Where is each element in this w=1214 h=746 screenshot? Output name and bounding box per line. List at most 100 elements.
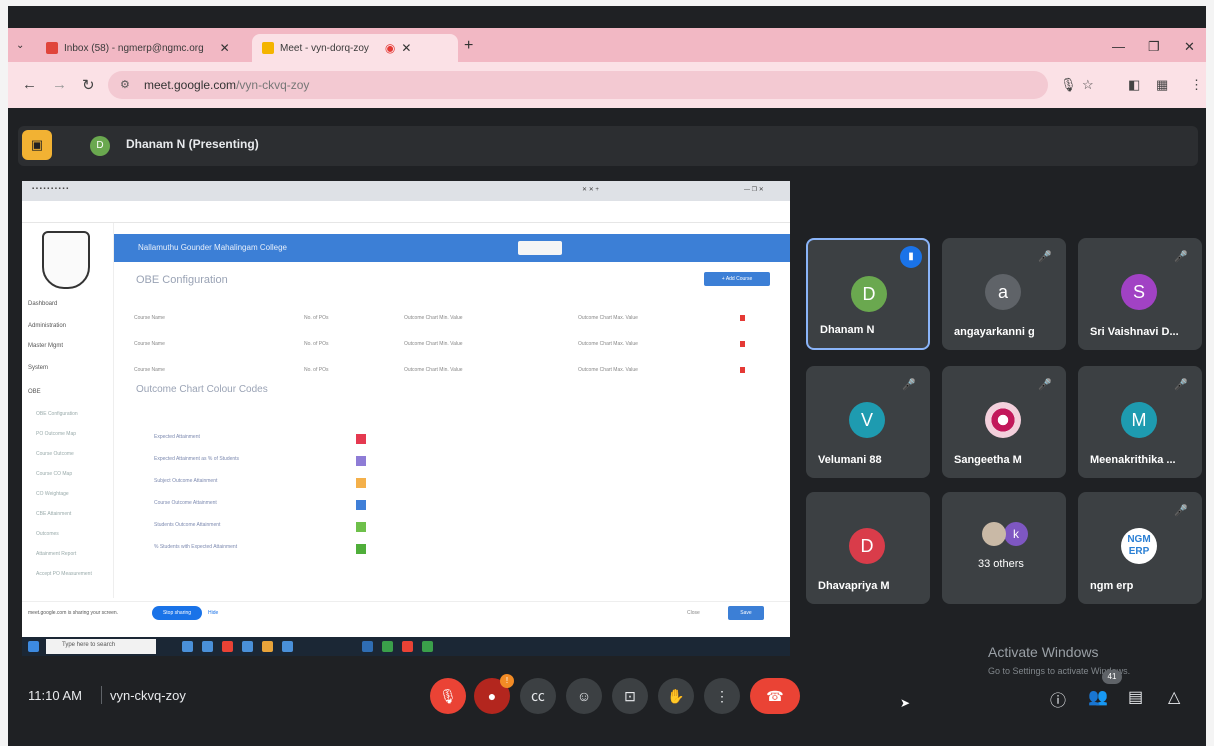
colour-swatch xyxy=(356,434,366,444)
colour-swatch xyxy=(356,456,366,466)
meeting-info-icon[interactable]: ⓘ xyxy=(1050,687,1066,711)
speaking-icon: ▮ xyxy=(900,246,922,268)
mic-off-icon: 🎤 xyxy=(1038,251,1052,263)
sidebar-item: Administration xyxy=(28,323,67,329)
presenter-name: Dhanam N (Presenting) xyxy=(126,137,259,151)
colour-code-label: Course Outcome Attainment xyxy=(154,500,217,506)
forward-icon[interactable]: → xyxy=(52,76,67,93)
raise-hand-button[interactable]: ✋ xyxy=(658,678,694,714)
participant-tile[interactable]: D Dhavapriya M xyxy=(806,492,930,604)
mic-icon[interactable]: 🎙 xyxy=(1060,77,1077,93)
activate-windows-title: Activate Windows xyxy=(988,644,1099,660)
browser-tab-strip: ⌄ Inbox (58) - ngmerp@ngmc.org ✕ Meet - … xyxy=(8,28,1206,62)
participant-tile[interactable]: a 🎤 angayarkanni g xyxy=(942,238,1066,350)
colour-swatch xyxy=(356,500,366,510)
course-name-label: Course Name xyxy=(134,367,165,373)
people-icon[interactable]: 👥 xyxy=(1088,687,1108,707)
participant-tile[interactable]: 🎤 Sangeetha M xyxy=(942,366,1066,478)
participant-tile[interactable]: NGM ERP 🎤 ngm erp xyxy=(1078,492,1202,604)
more-options-button[interactable]: ⋮ xyxy=(704,678,740,714)
present-screen-button[interactable]: ⊡ xyxy=(612,678,648,714)
avatar: D xyxy=(851,276,887,312)
leave-call-button[interactable]: ☎ xyxy=(750,678,800,714)
colour-codes-heading: Outcome Chart Colour Codes xyxy=(136,384,268,395)
side-panel-icon[interactable]: ◧ xyxy=(1128,77,1140,93)
delete-icon xyxy=(740,341,745,347)
sidebar-subitem: PO Outcome Map xyxy=(36,431,77,437)
colour-code-label: Expected Attainment xyxy=(154,434,200,440)
tab-title: Meet - vyn-dorq-zoy xyxy=(280,42,369,54)
shared-app-header: Nallamuthu Gounder Mahalingam College xyxy=(114,234,790,262)
app-icon xyxy=(182,641,193,652)
sidebar-subitem: Course CO Map xyxy=(36,471,73,477)
captions-button[interactable]: ㏄ xyxy=(520,678,556,714)
mic-off-icon: 🎤 xyxy=(1174,251,1188,263)
participant-name: Sri Vaishnavi D... xyxy=(1090,326,1179,338)
windows-taskbar: Type here to search xyxy=(22,637,790,656)
chat-icon[interactable]: ▤ xyxy=(1128,687,1143,707)
site-info-icon[interactable]: ⚙ xyxy=(120,78,130,91)
app-icon xyxy=(402,641,413,652)
no-pos-label: No. of POs xyxy=(304,315,329,321)
college-name: Nallamuthu Gounder Mahalingam College xyxy=(138,243,287,252)
avatar: D xyxy=(849,528,885,564)
delete-icon xyxy=(740,315,745,321)
address-bar[interactable]: ⚙ meet.google.com/vyn-ckvq-zoy xyxy=(108,71,1048,99)
tab-search-icon[interactable]: ⌄ xyxy=(16,40,24,51)
participant-tile[interactable]: D ▮ Dhanam N xyxy=(806,238,930,350)
colour-swatch xyxy=(356,544,366,554)
participant-tile[interactable]: k 33 others xyxy=(942,492,1066,604)
mic-off-icon: 🎤 xyxy=(902,379,916,391)
close-window-icon[interactable]: ✕ xyxy=(1184,39,1195,55)
save-button: Save xyxy=(728,606,764,620)
stop-sharing-button: Stop sharing xyxy=(152,606,202,620)
menu-icon[interactable]: ⋮ xyxy=(1190,77,1203,93)
sidebar-item: Master Mgmt xyxy=(28,343,64,349)
emoji-reaction-button[interactable]: ☺ xyxy=(566,678,602,714)
course-name-label: Course Name xyxy=(134,315,165,321)
app-icon xyxy=(242,641,253,652)
participant-tile[interactable]: M 🎤 Meenakrithika ... xyxy=(1078,366,1202,478)
presentation-icon[interactable]: ▣ xyxy=(22,130,52,160)
url-host: meet.google.com xyxy=(144,78,237,92)
back-icon[interactable]: ← xyxy=(22,76,37,93)
hide-link: Hide xyxy=(208,610,219,616)
sidebar-subitem: Course Outcome xyxy=(36,451,74,457)
windows-start-icon xyxy=(28,641,39,652)
bookmark-star-icon[interactable]: ☆ xyxy=(1082,77,1094,93)
restore-icon[interactable]: ❐ xyxy=(1148,39,1160,55)
search-input xyxy=(518,241,562,255)
participant-name: Meenakrithika ... xyxy=(1090,454,1176,466)
colour-code-label: Expected Attainment as % of Students xyxy=(154,456,240,462)
activities-icon[interactable]: △ xyxy=(1168,687,1180,707)
colour-code-label: Subject Outcome Attainment xyxy=(154,478,218,484)
tab-meet[interactable]: Meet - vyn-dorq-zoy ◉ ✕ xyxy=(252,34,458,62)
sidebar-item: Dashboard xyxy=(28,301,58,307)
mic-off-icon: 🎤 xyxy=(1174,379,1188,391)
participant-tile[interactable]: V 🎤 Velumani 88 xyxy=(806,366,930,478)
sidebar-subitem: Accept PO Measurement xyxy=(36,571,92,577)
colour-code-label: Students Outcome Attainment xyxy=(154,522,221,528)
close-tab-icon[interactable]: ✕ xyxy=(401,41,411,55)
colour-code-row: Course Outcome Attainment xyxy=(154,500,404,512)
extension-icon[interactable]: ▦ xyxy=(1156,77,1168,93)
avatar: S xyxy=(1121,274,1157,310)
close-tab-icon[interactable]: ✕ xyxy=(220,41,230,55)
sidebar-subitem: CBE Attainment xyxy=(36,511,72,517)
participant-name: Dhanam N xyxy=(820,324,875,336)
tab-gmail[interactable]: Inbox (58) - ngmerp@ngmc.org ✕ xyxy=(36,34,250,62)
max-value-label: Outcome Chart Max. Value xyxy=(578,341,638,347)
presenter-bar: ▣ D Dhanam N (Presenting) xyxy=(18,126,1198,166)
config-row: Course Name No. of POs Outcome Chart Min. … xyxy=(134,338,764,352)
shared-sidebar: Dashboard Administration Master Mgmt System… xyxy=(22,223,114,598)
participant-tile[interactable]: S 🎤 Sri Vaishnavi D... xyxy=(1078,238,1202,350)
reload-icon[interactable]: ↻ xyxy=(82,76,95,94)
sidebar-subitem: Attainment Report xyxy=(36,551,77,557)
sidebar-subitem: Outcomes xyxy=(36,531,59,537)
people-count-badge: 41 xyxy=(1102,670,1122,684)
page-heading: OBE Configuration xyxy=(136,274,228,286)
min-value-label: Outcome Chart Min. Value xyxy=(404,341,463,347)
new-tab-button[interactable]: + xyxy=(464,37,473,55)
minimize-icon[interactable]: — xyxy=(1112,39,1125,54)
mic-off-button[interactable]: 🎙 xyxy=(430,678,466,714)
